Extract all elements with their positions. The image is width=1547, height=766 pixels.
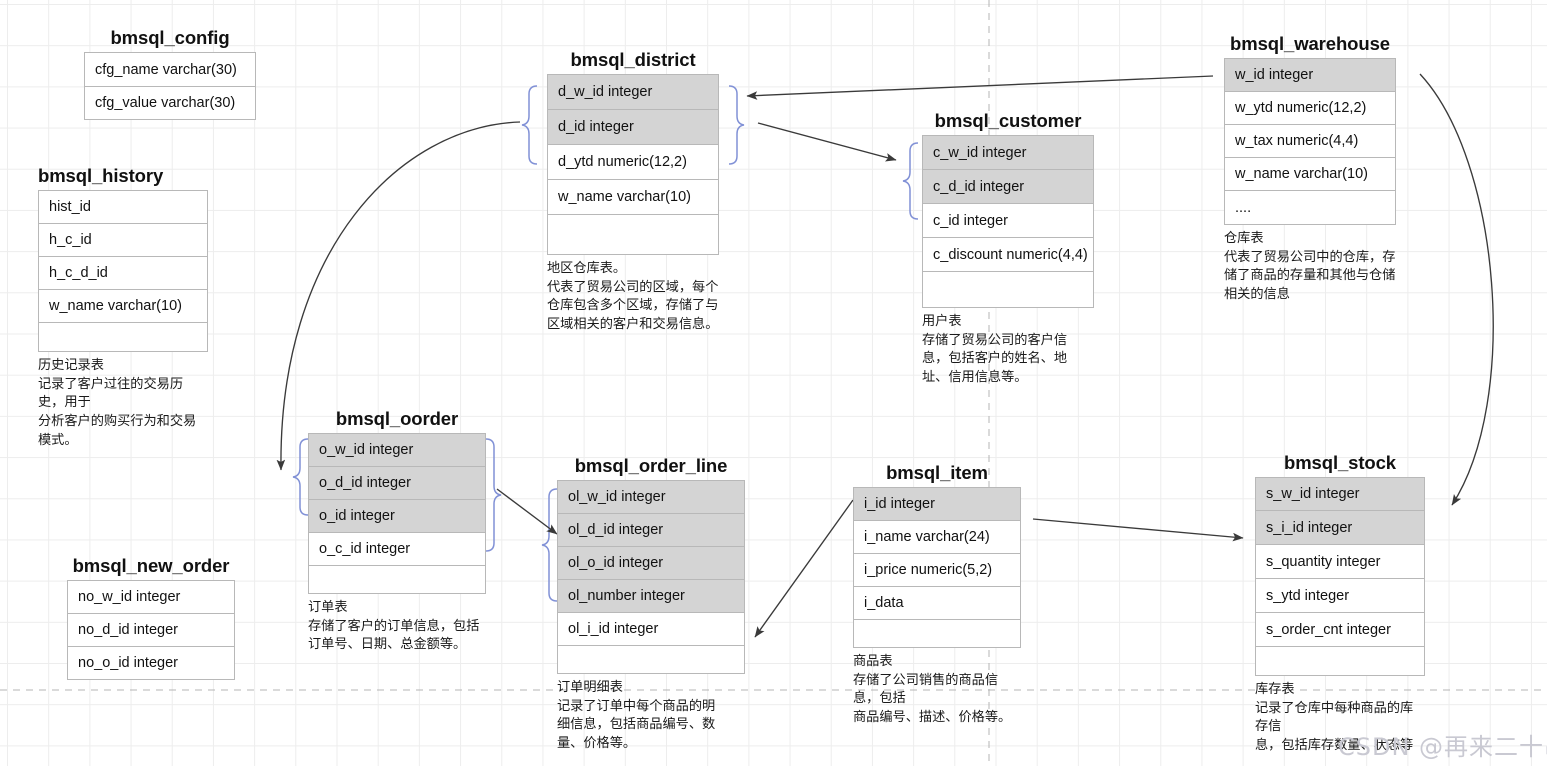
table-box: ol_w_id integer ol_d_id integer ol_o_id … xyxy=(557,480,745,674)
table-box: c_w_id integer c_d_id integer c_id integ… xyxy=(922,135,1094,308)
table-row[interactable]: s_i_id integer xyxy=(1256,511,1424,545)
table-title: bmsql_oorder xyxy=(335,408,459,429)
table-row[interactable]: o_id integer xyxy=(309,500,485,533)
table-row[interactable]: w_tax numeric(4,4) xyxy=(1225,125,1395,158)
table-row[interactable]: i_data xyxy=(854,587,1020,620)
table-bmsql-customer[interactable]: bmsql_customer c_w_id integer c_d_id int… xyxy=(922,110,1094,388)
table-row[interactable]: i_price numeric(5,2) xyxy=(854,554,1020,587)
table-row[interactable] xyxy=(854,620,1020,648)
table-row[interactable]: w_name varchar(10) xyxy=(1225,158,1395,191)
table-row[interactable]: i_id integer xyxy=(854,488,1020,521)
table-row[interactable]: o_c_id integer xyxy=(309,533,485,566)
table-bmsql-config[interactable]: bmsql_config cfg_name varchar(30) cfg_va… xyxy=(84,27,256,120)
table-row[interactable] xyxy=(558,646,744,674)
table-row[interactable]: w_name varchar(10) xyxy=(548,180,718,215)
table-bmsql-item[interactable]: bmsql_item i_id integer i_name varchar(2… xyxy=(853,462,1021,728)
table-row[interactable]: ol_number integer xyxy=(558,580,744,613)
table-box: w_id integer w_ytd numeric(12,2) w_tax n… xyxy=(1224,58,1396,225)
table-row[interactable]: s_quantity integer xyxy=(1256,545,1424,579)
table-note: 历史记录表 记录了客户过往的交易历史，用于 分析客户的购买行为和交易模式。 xyxy=(38,358,197,448)
table-row[interactable]: ol_i_id integer xyxy=(558,613,744,646)
table-row[interactable] xyxy=(309,566,485,594)
table-box: d_w_id integer d_id integer d_ytd numeri… xyxy=(547,74,719,255)
table-bmsql-new-order[interactable]: bmsql_new_order no_w_id integer no_d_id … xyxy=(67,555,235,680)
table-row[interactable]: cfg_value varchar(30) xyxy=(85,87,255,120)
table-row[interactable]: d_w_id integer xyxy=(548,75,718,110)
table-note: 订单明细表 记录了订单中每个商品的明 细信息，包括商品编号、数 量、价格等。 xyxy=(557,680,716,752)
table-note: 仓库表 代表了贸易公司中的仓库，存 储了商品的存量和其他与仓储 相关的信息 xyxy=(1224,231,1396,303)
table-bmsql-oorder[interactable]: bmsql_oorder o_w_id integer o_d_id integ… xyxy=(308,408,486,655)
table-row[interactable]: w_ytd numeric(12,2) xyxy=(1225,92,1395,125)
table-row[interactable]: ol_w_id integer xyxy=(558,481,744,514)
table-title: bmsql_item xyxy=(886,462,988,483)
table-box: i_id integer i_name varchar(24) i_price … xyxy=(853,487,1021,648)
table-row[interactable]: ol_d_id integer xyxy=(558,514,744,547)
table-title: bmsql_order_line xyxy=(574,455,728,476)
table-row[interactable] xyxy=(548,215,718,255)
table-row[interactable]: d_ytd numeric(12,2) xyxy=(548,145,718,180)
table-box: cfg_name varchar(30) cfg_value varchar(3… xyxy=(84,52,256,120)
table-box: no_w_id integer no_d_id integer no_o_id … xyxy=(67,580,235,680)
csdn-watermark: CSDN @再来二十串！ xyxy=(1338,733,1547,761)
table-title: bmsql_config xyxy=(110,27,230,48)
table-bmsql-order-line[interactable]: bmsql_order_line ol_w_id integer ol_d_id… xyxy=(557,455,745,754)
table-note: 地区仓库表。 代表了贸易公司的区域，每个 仓库包含多个区域，存储了与 区域相关的… xyxy=(547,261,719,333)
table-note: 用户表 存储了贸易公司的客户信 息，包括客户的姓名、地 址、信用信息等。 xyxy=(922,314,1068,386)
table-title: bmsql_new_order xyxy=(72,555,230,576)
table-title: bmsql_warehouse xyxy=(1230,33,1390,54)
table-bmsql-history[interactable]: bmsql_history hist_id h_c_id h_c_d_id w_… xyxy=(38,165,208,451)
table-row[interactable]: s_ytd integer xyxy=(1256,579,1424,613)
table-row[interactable]: ol_o_id integer xyxy=(558,547,744,580)
table-row[interactable]: c_w_id integer xyxy=(923,136,1093,170)
table-row[interactable]: d_id integer xyxy=(548,110,718,145)
table-row[interactable]: o_d_id integer xyxy=(309,467,485,500)
table-box: hist_id h_c_id h_c_d_id w_name varchar(1… xyxy=(38,190,208,352)
table-row[interactable] xyxy=(39,323,207,352)
table-row[interactable]: hist_id xyxy=(39,191,207,224)
table-row[interactable]: c_id integer xyxy=(923,204,1093,238)
table-row[interactable]: s_order_cnt integer xyxy=(1256,613,1424,647)
table-row[interactable]: no_o_id integer xyxy=(68,647,234,680)
table-box: o_w_id integer o_d_id integer o_id integ… xyxy=(308,433,486,594)
table-row[interactable]: c_discount numeric(4,4) xyxy=(923,238,1093,272)
table-row[interactable]: no_w_id integer xyxy=(68,581,234,614)
table-note: 商品表 存储了公司销售的商品信息，包括 商品编号、描述、价格等。 xyxy=(853,654,1012,726)
table-row[interactable]: s_w_id integer xyxy=(1256,478,1424,511)
table-row[interactable]: c_d_id integer xyxy=(923,170,1093,204)
table-row[interactable]: no_d_id integer xyxy=(68,614,234,647)
table-title: bmsql_customer xyxy=(934,110,1082,131)
table-row[interactable]: h_c_d_id xyxy=(39,257,207,290)
table-title: bmsql_history xyxy=(38,165,164,186)
table-note: 订单表 存储了客户的订单信息，包括 订单号、日期、总金额等。 xyxy=(308,600,480,653)
table-row[interactable]: i_name varchar(24) xyxy=(854,521,1020,554)
table-bmsql-district[interactable]: bmsql_district d_w_id integer d_id integ… xyxy=(547,49,719,335)
table-title: bmsql_stock xyxy=(1284,452,1396,473)
table-row[interactable] xyxy=(1256,647,1424,676)
er-diagram-canvas: bmsql_config cfg_name varchar(30) cfg_va… xyxy=(0,0,1547,766)
table-row[interactable]: w_name varchar(10) xyxy=(39,290,207,323)
table-row[interactable]: o_w_id integer xyxy=(309,434,485,467)
table-box: s_w_id integer s_i_id integer s_quantity… xyxy=(1255,477,1425,676)
table-row[interactable]: w_id integer xyxy=(1225,59,1395,92)
table-row[interactable]: .... xyxy=(1225,191,1395,225)
table-bmsql-stock[interactable]: bmsql_stock s_w_id integer s_i_id intege… xyxy=(1255,452,1425,756)
table-bmsql-warehouse[interactable]: bmsql_warehouse w_id integer w_ytd numer… xyxy=(1224,33,1396,305)
table-row[interactable] xyxy=(923,272,1093,308)
table-row[interactable]: cfg_name varchar(30) xyxy=(85,53,255,87)
table-row[interactable]: h_c_id xyxy=(39,224,207,257)
table-title: bmsql_district xyxy=(570,49,696,70)
